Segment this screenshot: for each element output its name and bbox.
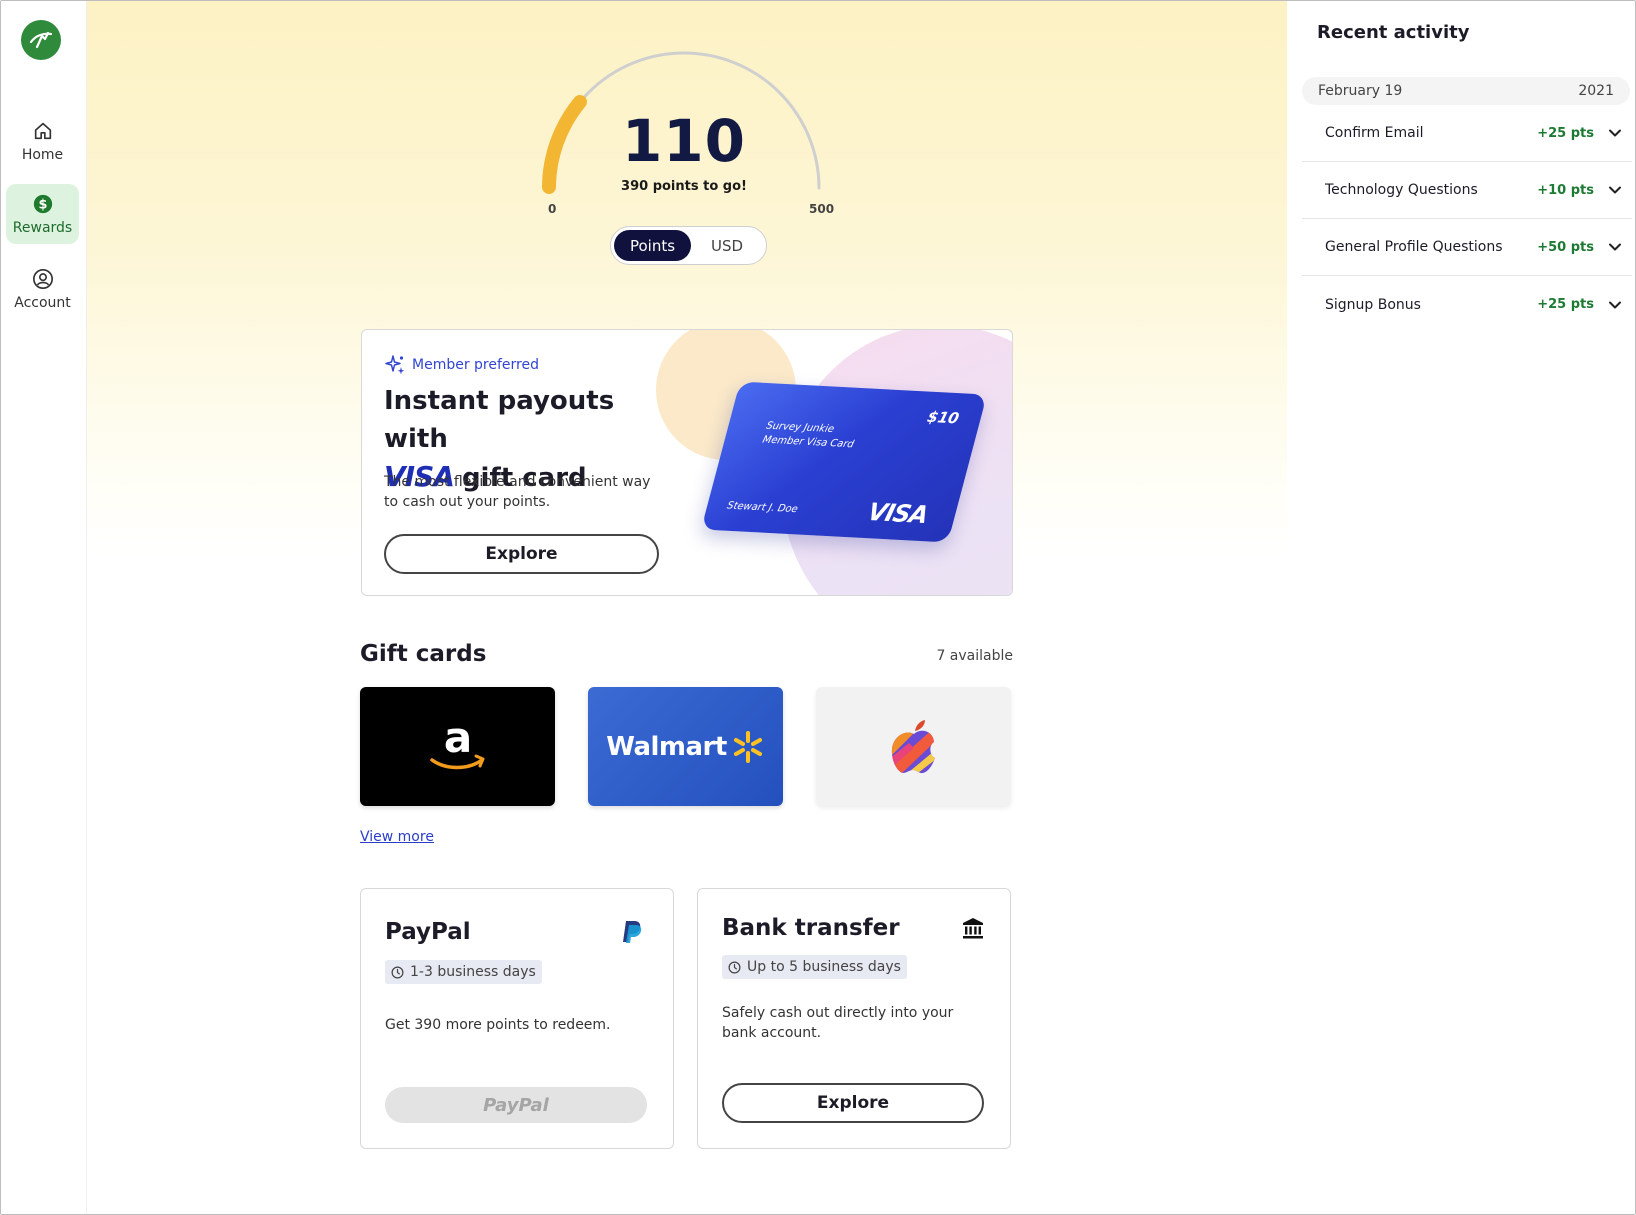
toggle-usd[interactable]: USD — [691, 230, 763, 261]
view-more-link[interactable]: View more — [360, 829, 434, 845]
brand-logo[interactable] — [21, 20, 61, 60]
points-value: 110 — [621, 107, 747, 175]
amazon-logo-icon: a — [429, 718, 484, 769]
sidebar-item-label: Rewards — [12, 219, 73, 236]
points-gauge: 110 390 points to go! — [537, 37, 867, 227]
activity-points: +25 pts — [1537, 297, 1594, 312]
points-usd-toggle: Points USD — [610, 226, 767, 265]
sidebar-item-label: Home — [21, 146, 64, 163]
visa-card-holder: Stewart J. Doe — [725, 500, 799, 516]
clock-icon — [391, 966, 404, 978]
visa-promo-card: Member preferred Instant payouts with VI… — [361, 329, 1013, 596]
visa-card-illustration: $10 Survey Junkie Member Visa Card Stewa… — [700, 381, 988, 543]
brand-logo-icon — [29, 31, 53, 49]
paypal-time-badge: 1-3 business days — [385, 960, 542, 984]
app-window: Home $ Rewards Account 110 390 points to… — [0, 0, 1636, 1215]
visa-card-logo: VISA — [864, 497, 931, 529]
sparkle-icon — [385, 355, 405, 375]
paypal-card: PayPal 1-3 business days Get 390 more po… — [360, 888, 674, 1149]
gift-cards-title: Gift cards — [360, 641, 487, 667]
paypal-logo-icon — [623, 921, 642, 943]
sidebar-item-account[interactable]: Account — [6, 259, 79, 319]
svg-text:$: $ — [38, 197, 47, 212]
activity-date: February 19 — [1318, 83, 1403, 99]
clock-icon — [728, 961, 741, 973]
activity-row[interactable]: Technology Questions +10 pts — [1302, 162, 1632, 219]
activity-points: +50 pts — [1537, 239, 1594, 255]
gift-card-amazon[interactable]: a — [360, 687, 555, 806]
chevron-down-icon[interactable] — [1608, 298, 1622, 312]
walmart-spark-icon — [733, 730, 762, 763]
paypal-time-text: 1-3 business days — [410, 964, 536, 980]
recent-activity-panel: Recent activity February 19 2021 Confirm… — [1287, 1, 1635, 1214]
bank-time-text: Up to 5 business days — [747, 959, 901, 975]
toggle-points[interactable]: Points — [614, 230, 691, 261]
activity-row[interactable]: Confirm Email +25 pts — [1302, 105, 1632, 162]
chevron-down-icon[interactable] — [1608, 240, 1622, 254]
home-icon — [34, 122, 51, 139]
promo-description: The most flexible and convenient way to … — [384, 474, 651, 510]
gauge-min-label: 0 — [548, 202, 557, 216]
dollar-icon: $ — [33, 194, 52, 213]
member-preferred-tag: Member preferred — [384, 354, 539, 376]
gauge-max-label: 500 — [809, 202, 835, 216]
visa-card-name: Survey Junkie Member Visa Card — [761, 420, 856, 451]
svg-text:a: a — [443, 718, 471, 762]
bank-time-badge: Up to 5 business days — [722, 955, 907, 979]
activity-row[interactable]: General Profile Questions +50 pts — [1302, 219, 1632, 276]
chevron-down-icon[interactable] — [1608, 183, 1622, 197]
points-to-go: 390 points to go! — [621, 179, 747, 194]
recent-activity-title: Recent activity — [1317, 22, 1470, 43]
bank-transfer-card: Bank transfer Up to 5 business days Safe… — [697, 888, 1011, 1149]
promo-title-line1: Instant payouts with — [384, 386, 615, 454]
visa-card-amount: $10 — [925, 407, 962, 428]
member-preferred-text: Member preferred — [412, 357, 539, 373]
activity-label: General Profile Questions — [1325, 239, 1503, 255]
promo-explore-button[interactable]: Explore — [384, 534, 659, 574]
activity-label: Technology Questions — [1325, 182, 1478, 198]
paypal-title: PayPal — [385, 919, 471, 945]
walmart-logo-text: Walmart — [606, 731, 727, 762]
activity-label: Signup Bonus — [1325, 296, 1421, 313]
activity-year: 2021 — [1578, 83, 1614, 99]
bank-transfer-title: Bank transfer — [722, 915, 900, 941]
activity-label: Confirm Email — [1325, 125, 1424, 141]
sidebar: Home $ Rewards Account — [1, 1, 87, 1214]
bank-description: Safely cash out directly into your bank … — [722, 1005, 954, 1041]
activity-date-header: February 19 2021 — [1302, 77, 1630, 105]
paypal-description: Get 390 more points to redeem. — [385, 1017, 611, 1033]
gift-card-apple[interactable] — [816, 687, 1011, 806]
bank-icon — [963, 918, 983, 939]
user-icon — [32, 268, 53, 289]
activity-row[interactable]: Signup Bonus +25 pts — [1302, 276, 1632, 333]
main-content: 110 390 points to go! 0 500 Points USD M… — [87, 1, 1287, 1214]
gift-cards-count: 7 available — [936, 648, 1013, 664]
sidebar-item-rewards[interactable]: $ Rewards — [6, 184, 79, 244]
gift-card-walmart[interactable]: Walmart — [588, 687, 783, 806]
apple-logo-icon — [891, 719, 935, 773]
activity-points: +10 pts — [1537, 182, 1594, 198]
bank-explore-button[interactable]: Explore — [722, 1083, 984, 1123]
sidebar-item-label: Account — [14, 294, 71, 311]
sidebar-item-home[interactable]: Home — [6, 111, 79, 171]
paypal-button-disabled: PayPal — [385, 1087, 647, 1123]
activity-points: +25 pts — [1537, 125, 1594, 141]
chevron-down-icon[interactable] — [1608, 126, 1622, 140]
